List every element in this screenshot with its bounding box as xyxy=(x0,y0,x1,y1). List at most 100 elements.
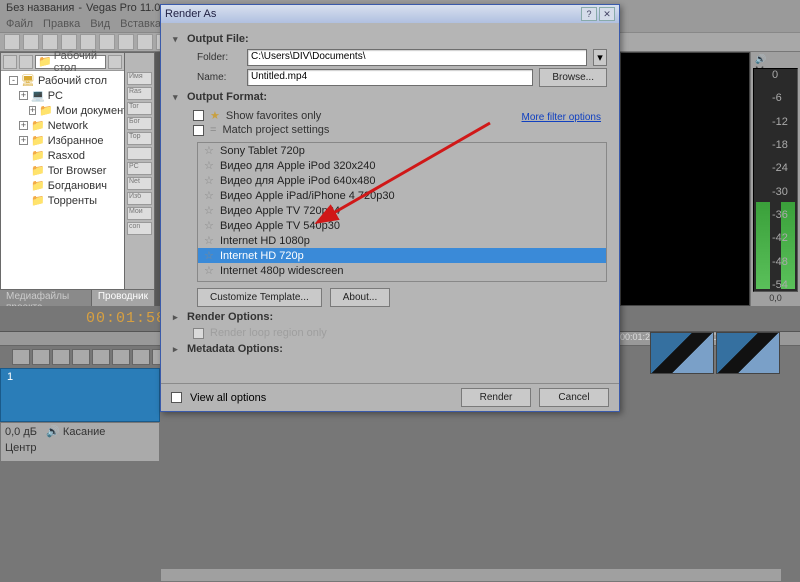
tree-item[interactable]: 📁Торренты xyxy=(1,193,124,208)
explorer-tree[interactable]: -🖥Рабочий стол+💻PC+📁Мои документы+📁Netwo… xyxy=(1,71,124,289)
close-icon[interactable]: ✕ xyxy=(599,7,615,21)
master-meters[interactable]: 0-6-12-18-24-30-36-42-48-54 xyxy=(753,68,798,292)
app-name: Vegas Pro 11.0 xyxy=(86,2,160,14)
file-strip-item[interactable]: PC xyxy=(127,162,152,175)
pause-button[interactable] xyxy=(92,349,110,365)
render-option-checkbox xyxy=(193,328,204,339)
toolbar-button[interactable] xyxy=(137,34,153,50)
tree-item[interactable]: 📁Богданович xyxy=(1,178,124,193)
explorer-toolbar: 📁Рабочий стол xyxy=(1,53,124,71)
help-icon[interactable]: ? xyxy=(581,7,597,21)
file-strip-item[interactable] xyxy=(127,147,152,160)
match-project-label: Match project settings xyxy=(222,124,329,136)
timeline-scrollbar[interactable] xyxy=(160,568,782,582)
file-strip-item[interactable]: Ras xyxy=(127,87,152,100)
meter-scale: 0-6-12-18-24-30-36-42-48-54 xyxy=(772,69,786,291)
dialog-bottom-bar: View all options Render Cancel xyxy=(161,383,619,411)
section-render-options[interactable]: Render Options: xyxy=(173,311,607,323)
folder-dropdown-icon[interactable]: ▾ xyxy=(593,49,607,66)
format-template-item[interactable]: ☆Internet HD 1080p xyxy=(198,233,606,248)
format-template-item[interactable]: ☆Internet 480p widescreen xyxy=(198,263,606,278)
file-strip-item[interactable]: Имя xyxy=(127,72,152,85)
format-template-list[interactable]: ☆Sony Tablet 720p☆Видео для Apple iPod 3… xyxy=(197,142,607,282)
browse-button[interactable]: Browse... xyxy=(539,68,607,87)
menu-insert[interactable]: Вставка xyxy=(120,18,161,30)
section-metadata-options[interactable]: Metadata Options: xyxy=(173,343,607,355)
right-zone: 🔊 Мастер 0-6-12-18-24-30-36-42-48-54 0,0 xyxy=(620,52,800,306)
toolbar-button[interactable] xyxy=(99,34,115,50)
menu-edit[interactable]: Правка xyxy=(43,18,80,30)
tab-explorer[interactable]: Проводник xyxy=(92,290,155,306)
toolbar-button[interactable] xyxy=(42,34,58,50)
format-template-item[interactable]: ☆Sony Tablet 720p xyxy=(198,143,606,158)
format-template-item[interactable]: ☆Internet HD 720p xyxy=(198,248,606,263)
loop-button[interactable] xyxy=(32,349,50,365)
meter-left xyxy=(756,71,770,289)
timeline-clip-thumbs[interactable] xyxy=(650,332,780,374)
left-panel-tabs: Медиафайлы проекта Проводник xyxy=(0,290,155,306)
video-preview[interactable] xyxy=(620,52,750,306)
format-template-item[interactable]: ☆Видео Apple TV 540p30 xyxy=(198,218,606,233)
document-title: Без названия xyxy=(6,2,74,14)
file-strip-item[interactable]: Tor xyxy=(127,102,152,115)
file-strip-item[interactable]: Тор xyxy=(127,132,152,145)
tree-item[interactable]: +💻PC xyxy=(1,88,124,103)
tree-item[interactable]: 📁Tor Browser xyxy=(1,163,124,178)
play-button[interactable] xyxy=(72,349,90,365)
file-strip-item[interactable]: Бог xyxy=(127,117,152,130)
format-template-item[interactable]: ☆Видео для Apple iPod 320x240 xyxy=(198,158,606,173)
toolbar-button[interactable] xyxy=(80,34,96,50)
tree-item[interactable]: -🖥Рабочий стол xyxy=(1,73,124,88)
menu-file[interactable]: Файл xyxy=(6,18,33,30)
tree-item[interactable]: +📁Избранное xyxy=(1,133,124,148)
clip-thumbnail[interactable] xyxy=(716,332,780,374)
format-template-item[interactable]: ☆Видео Apple TV 720p24 xyxy=(198,203,606,218)
render-button[interactable]: Render xyxy=(461,388,531,407)
format-template-item[interactable]: ☆Видео Apple iPad/iPhone 4 720p30 xyxy=(198,188,606,203)
view-all-options-checkbox[interactable] xyxy=(171,392,182,403)
show-favorites-label: Show favorites only xyxy=(226,110,321,122)
audio-track-header[interactable]: 0,0 дБ 🔊 Касание Центр xyxy=(0,422,160,462)
equals-icon: = xyxy=(210,124,216,136)
customize-template-button[interactable]: Customize Template... xyxy=(197,288,322,307)
forward-icon[interactable] xyxy=(19,55,33,69)
stop-button[interactable] xyxy=(112,349,130,365)
tree-item[interactable]: +📁Мои документы xyxy=(1,103,124,118)
clip-thumbnail[interactable] xyxy=(650,332,714,374)
section-output-format[interactable]: Output Format: xyxy=(173,91,607,103)
match-project-checkbox[interactable] xyxy=(193,125,204,136)
play-start-button[interactable] xyxy=(52,349,70,365)
explorer-path-combo[interactable]: 📁Рабочий стол xyxy=(35,55,106,69)
file-strip-item[interactable]: Изб xyxy=(127,192,152,205)
cancel-button[interactable]: Cancel xyxy=(539,388,609,407)
explorer-file-strip[interactable]: Имя Ras Tor Бог Тор PC Net Изб Мои con xyxy=(125,52,155,290)
section-output-file[interactable]: Output File: xyxy=(173,33,607,45)
file-strip-item[interactable]: con xyxy=(127,222,152,235)
refresh-icon[interactable] xyxy=(108,55,122,69)
toolbar-button[interactable] xyxy=(118,34,134,50)
menu-view[interactable]: Вид xyxy=(90,18,110,30)
format-template-item[interactable]: ☆Видео для Apple iPod 640x480 xyxy=(198,173,606,188)
about-button[interactable]: About... xyxy=(330,288,390,307)
tree-item[interactable]: +📁Network xyxy=(1,118,124,133)
toolbar-button[interactable] xyxy=(4,34,20,50)
folder-input[interactable]: C:\Users\DIV\Documents\ xyxy=(247,49,587,66)
record-button[interactable] xyxy=(12,349,30,365)
back-icon[interactable] xyxy=(3,55,17,69)
file-strip-item[interactable]: Мои xyxy=(127,207,152,220)
toolbar-button[interactable] xyxy=(23,34,39,50)
star-icon: ★ xyxy=(210,109,220,122)
goto-start-button[interactable] xyxy=(132,349,150,365)
name-input[interactable]: Untitled.mp4 xyxy=(247,69,533,86)
explorer-panel: 📁Рабочий стол -🖥Рабочий стол+💻PC+📁Мои до… xyxy=(0,52,125,290)
toolbar-button[interactable] xyxy=(61,34,77,50)
render-option-label: Render loop region only xyxy=(210,327,327,339)
video-track-header[interactable]: 1 xyxy=(0,368,160,422)
dialog-title-bar[interactable]: Render As ? ✕ xyxy=(161,5,619,23)
tree-item[interactable]: 📁Rasxod xyxy=(1,148,124,163)
tab-media-files[interactable]: Медиафайлы проекта xyxy=(0,290,92,306)
format-template-item[interactable]: ☆Internet 360p widescreen xyxy=(198,278,606,282)
file-strip-item[interactable]: Net xyxy=(127,177,152,190)
show-favorites-checkbox[interactable] xyxy=(193,110,204,121)
more-filter-options-link[interactable]: More filter options xyxy=(522,112,601,123)
